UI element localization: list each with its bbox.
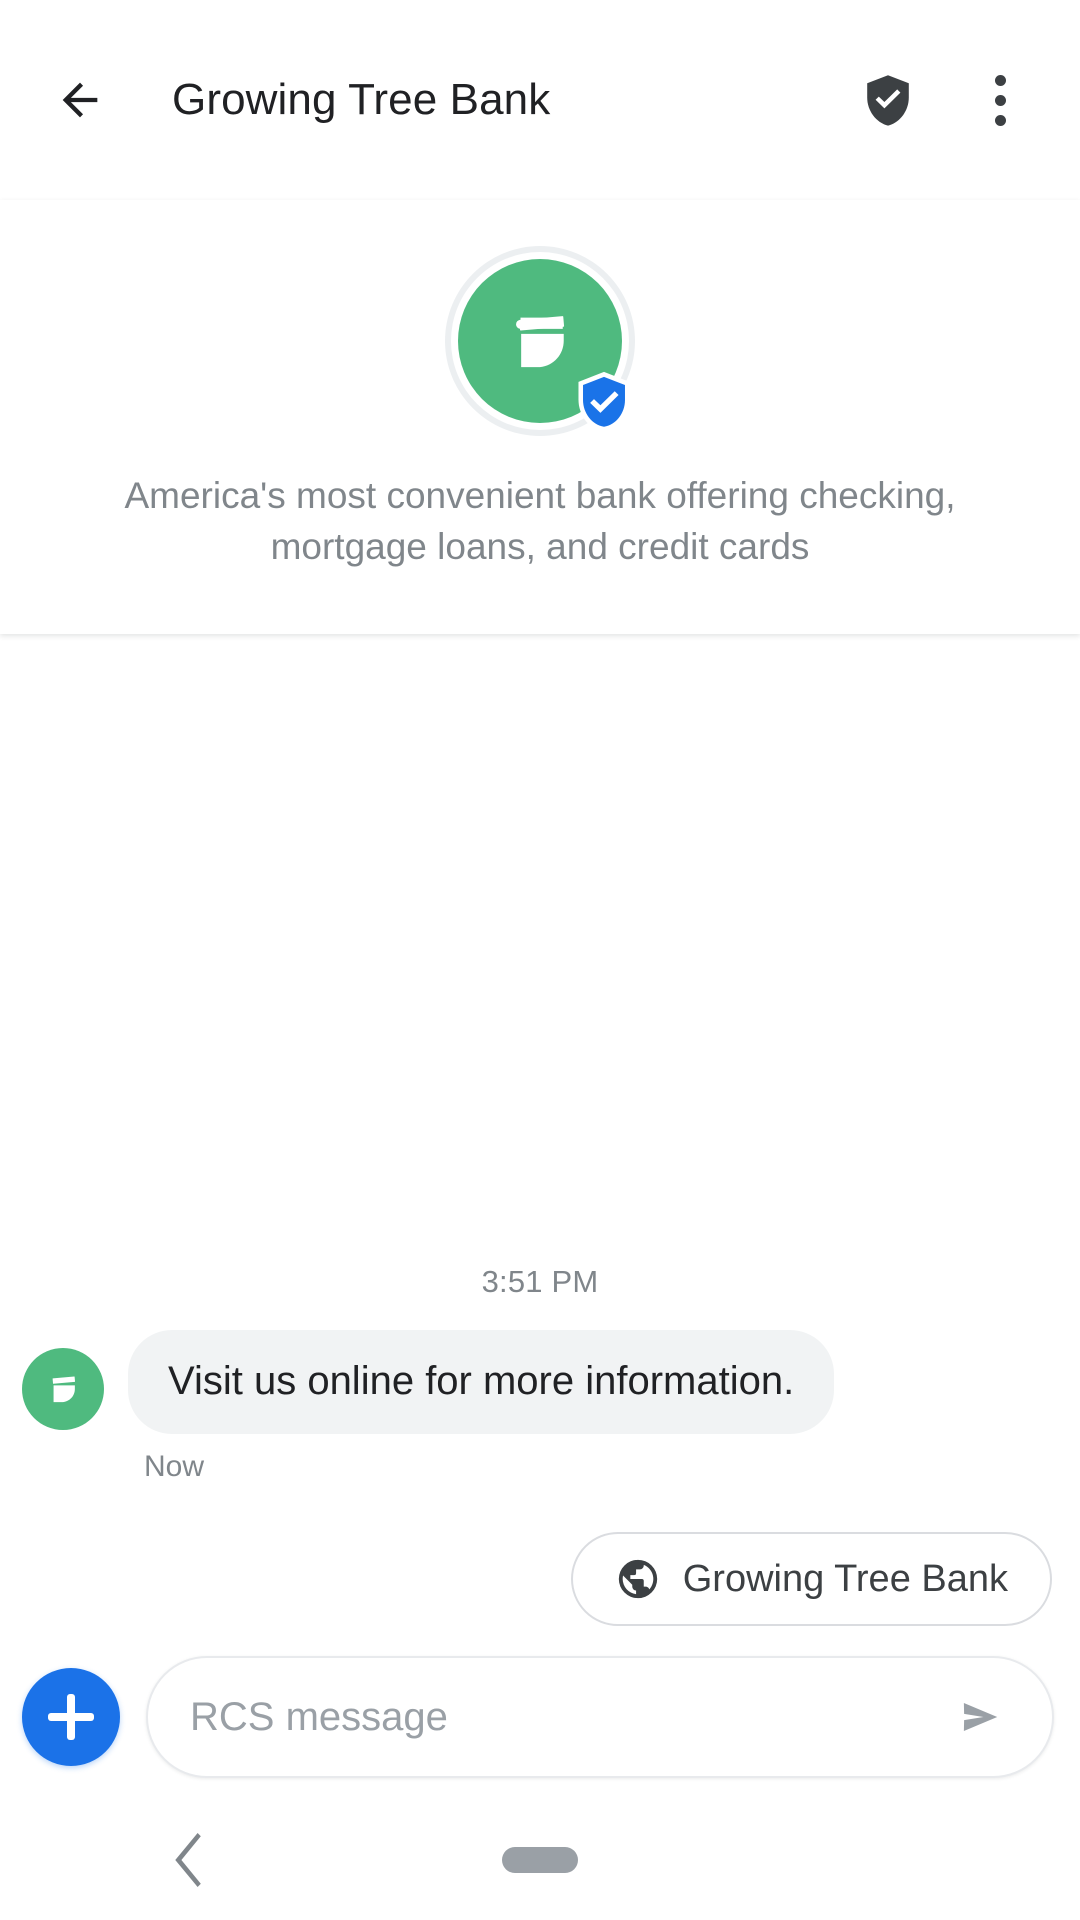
message-input[interactable] — [190, 1694, 946, 1740]
message-row: Visit us online for more information. No… — [0, 1330, 1080, 1484]
business-avatar[interactable] — [451, 252, 630, 432]
plus-icon — [48, 1694, 94, 1740]
message-input-container[interactable] — [146, 1656, 1054, 1778]
messaging-conversation-screen: Growing Tree Bank America's most conveni… — [0, 0, 1080, 1920]
nav-back-button[interactable] — [160, 1830, 220, 1890]
verified-badge — [573, 370, 635, 432]
nav-home-indicator[interactable] — [502, 1847, 578, 1873]
app-bar-actions — [856, 68, 1032, 132]
message-column: Visit us online for more information. No… — [128, 1330, 835, 1484]
overflow-menu-button[interactable] — [968, 68, 1032, 132]
back-button[interactable] — [44, 64, 116, 136]
send-button[interactable] — [946, 1681, 1018, 1753]
growing-tree-bank-leaf-logo — [52, 1376, 76, 1403]
chevron-left-icon — [175, 1833, 201, 1887]
verified-business-button[interactable] — [856, 68, 920, 132]
verified-shield-badge-icon — [578, 371, 630, 432]
verified-shield-icon — [867, 75, 909, 126]
business-description: America's most convenient bank offering … — [124, 475, 956, 568]
suggested-action-chip[interactable]: Growing Tree Bank — [570, 1532, 1052, 1626]
message-composer — [0, 1632, 1080, 1800]
conversation-thread: 3:51 PM Visit us online for more informa… — [0, 634, 1080, 1632]
message-timestamp: 3:51 PM — [481, 1264, 599, 1299]
send-icon — [963, 1702, 998, 1732]
page-title: Growing Tree Bank — [172, 75, 551, 124]
business-info-card: America's most convenient bank offering … — [0, 200, 1080, 635]
suggested-actions: Growing Tree Bank — [0, 1484, 1080, 1626]
globe-icon — [618, 1559, 657, 1599]
sender-avatar[interactable] — [22, 1348, 104, 1430]
message-status: Now — [144, 1450, 205, 1483]
more-vertical-icon — [994, 74, 1006, 126]
add-attachment-button[interactable] — [22, 1668, 120, 1766]
arrow-left-icon — [62, 82, 98, 118]
system-navigation-bar — [0, 1800, 1080, 1920]
message-bubble[interactable]: Visit us online for more information. — [128, 1330, 835, 1434]
suggested-action-label: Growing Tree Bank — [682, 1557, 1008, 1600]
app-bar: Growing Tree Bank — [0, 0, 1080, 200]
